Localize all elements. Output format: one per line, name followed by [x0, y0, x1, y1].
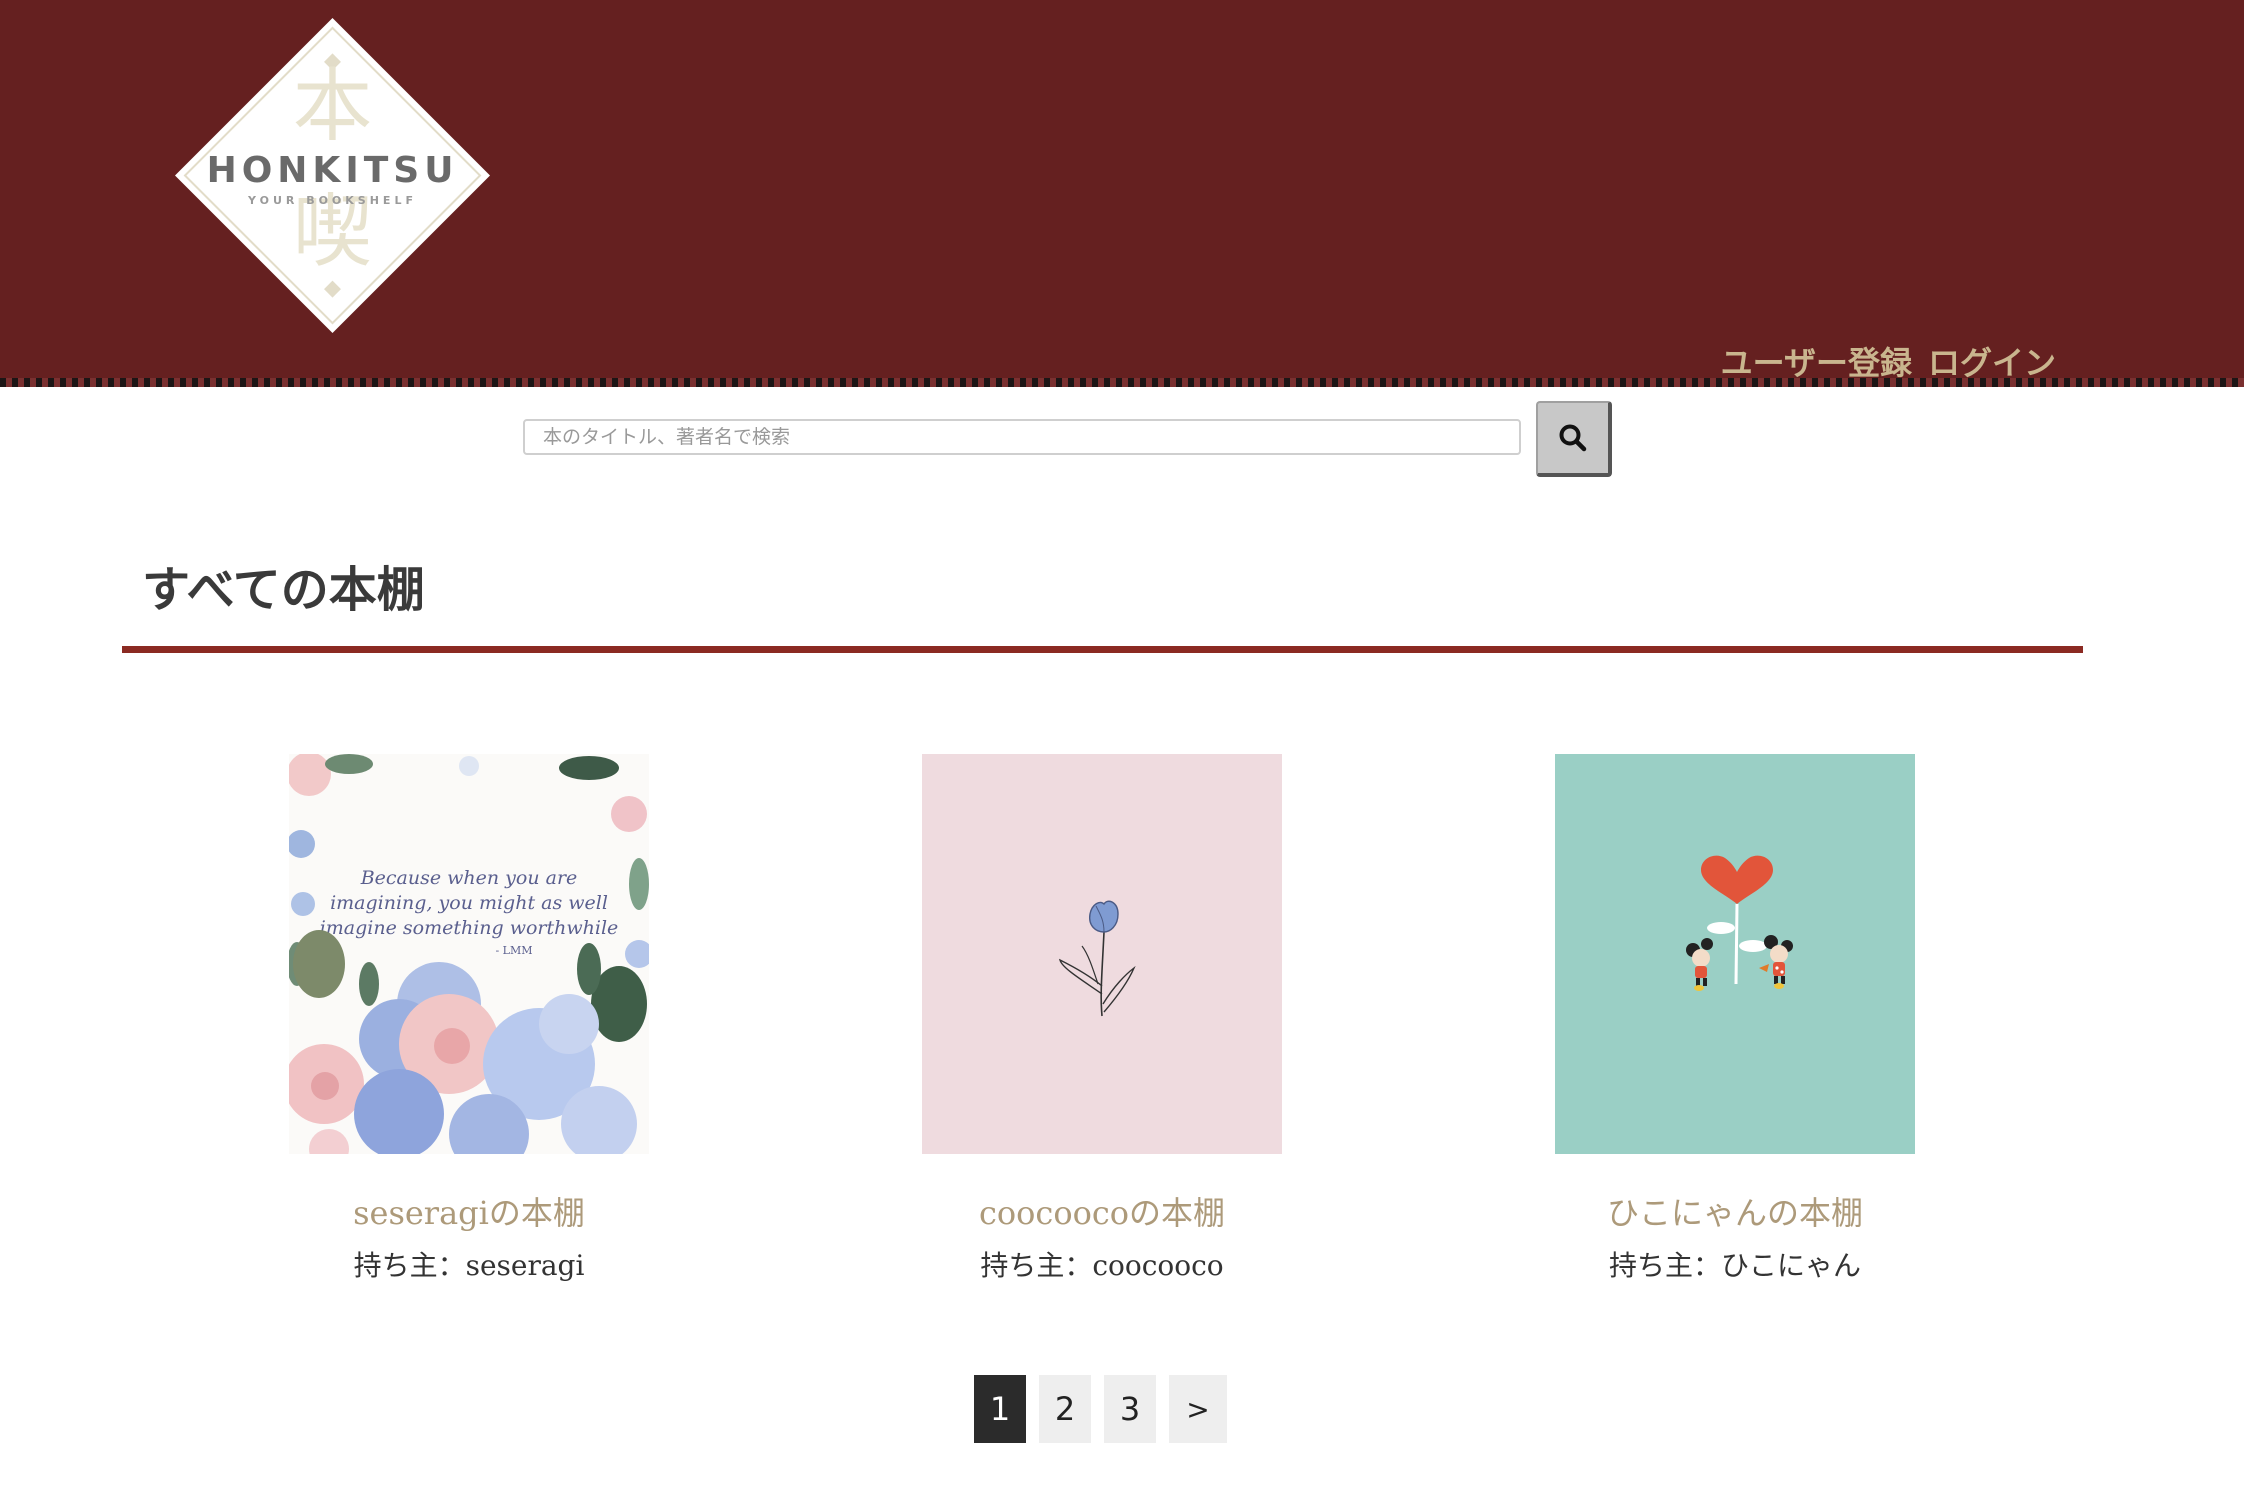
shelf-name-link[interactable]: seseragiの本棚	[209, 1188, 729, 1234]
search-input[interactable]	[523, 419, 1521, 455]
page-title: すべての本棚	[142, 562, 425, 618]
shelf-name-link[interactable]: coocoocoの本棚	[842, 1188, 1362, 1234]
cover-quote-line-1: Because when you are	[360, 867, 578, 889]
search-icon	[1559, 424, 1587, 452]
title-divider	[122, 646, 2083, 653]
floral-cover-image: Because when you are imagining, you migh…	[289, 754, 649, 1154]
logo-kanji-top: 本	[293, 60, 373, 153]
shelf-name-link[interactable]: ひこにゃんの本棚	[1475, 1188, 1995, 1234]
honkitsu-logo[interactable]: 本 喫 HONKITSU YOUR BOOKSHELF	[173, 16, 492, 335]
tulip-cover-image	[922, 754, 1282, 1154]
cover-quote-attribution: - LMM	[495, 944, 532, 957]
page-2-button[interactable]: 2	[1039, 1375, 1091, 1443]
page-1-button[interactable]: 1	[974, 1375, 1026, 1443]
shelf-cover-image[interactable]	[922, 754, 1282, 1154]
search-button[interactable]	[1536, 401, 1612, 477]
shelf-cover-image[interactable]	[1555, 754, 1915, 1154]
cover-quote-line-3: imagine something worthwhile	[320, 917, 619, 939]
shelf-cover-image[interactable]: Because when you are imagining, you migh…	[289, 754, 649, 1154]
shelf-card: Because when you are imagining, you migh…	[289, 754, 649, 1284]
header-dashed-border	[0, 378, 2244, 387]
shelf-owner: 持ち主：coocooco	[980, 1249, 1224, 1282]
page-3-button[interactable]: 3	[1104, 1375, 1156, 1443]
pagination: 1 2 3 >	[974, 1375, 1227, 1443]
logo-tagline: YOUR BOOKSHELF	[248, 194, 417, 207]
next-page-button[interactable]: >	[1169, 1375, 1227, 1443]
shelf-card: coocoocoの本棚 持ち主：coocooco	[922, 754, 1282, 1284]
site-header: 本 喫 HONKITSU YOUR BOOKSHELF ユーザー登録 ログイン	[0, 0, 2244, 387]
shelf-owner: 持ち主：ひこにゃん	[1608, 1249, 1861, 1282]
cover-quote-line-2: imagining, you might as well	[330, 892, 608, 914]
shelf-owner: 持ち主：seseragi	[353, 1249, 585, 1282]
heart-flower-cover-image	[1555, 754, 1915, 1154]
logo-name: HONKITSU	[206, 150, 459, 191]
shelf-card: ひこにゃんの本棚 持ち主：ひこにゃん	[1555, 754, 1915, 1284]
